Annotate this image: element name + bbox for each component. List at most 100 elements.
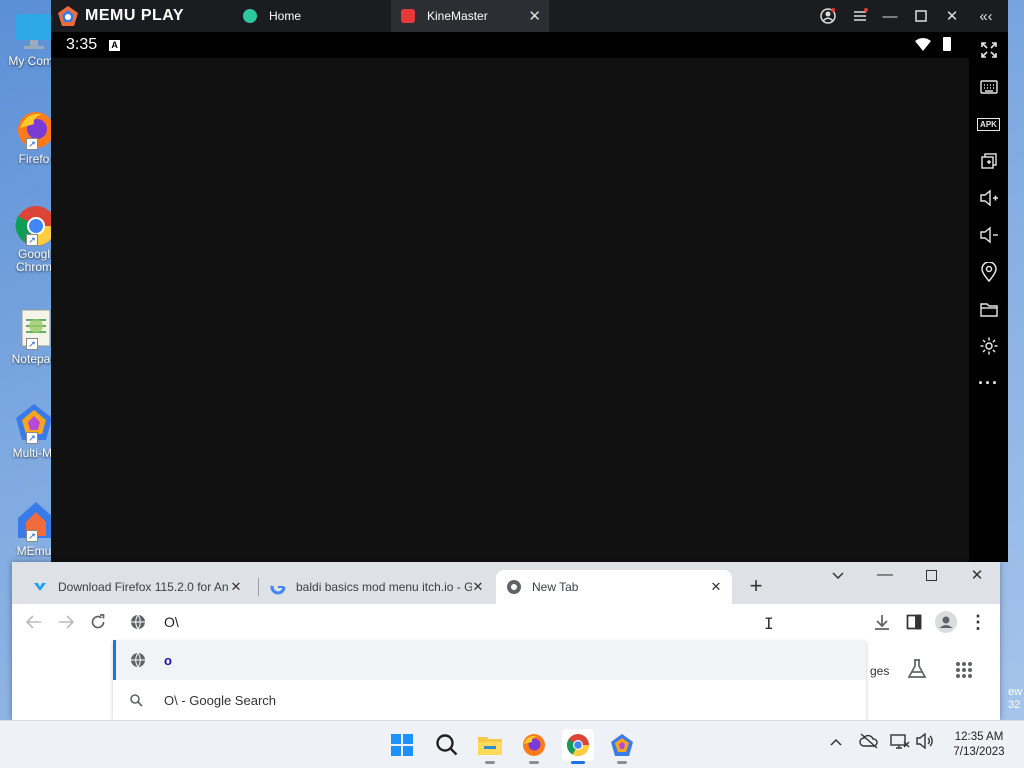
location-icon[interactable] xyxy=(969,259,1008,285)
maximize-icon[interactable] xyxy=(920,564,942,586)
minimize-icon[interactable]: — xyxy=(875,0,905,32)
account-icon[interactable] xyxy=(813,0,843,32)
close-tab-icon[interactable]: ✕ xyxy=(228,579,244,595)
memu-tab-home[interactable]: Home xyxy=(233,0,391,32)
multi-window-icon[interactable] xyxy=(969,148,1008,174)
windows-start-icon[interactable] xyxy=(386,729,418,761)
suggestion-text: O\ - Google Search xyxy=(164,692,276,708)
more-icon[interactable]: ··· xyxy=(969,370,1008,396)
memu-icon: ↗ xyxy=(12,498,56,542)
memu-tab-kinemaster[interactable]: KineMaster ✕ xyxy=(391,0,549,32)
desktop-icon-label: Firefo xyxy=(18,152,50,166)
desktop-icon-label: Googl Chrom xyxy=(15,247,52,274)
back-icon[interactable] xyxy=(22,610,46,634)
folder-icon[interactable] xyxy=(969,296,1008,322)
maximize-icon[interactable] xyxy=(906,0,936,32)
apk-icon[interactable]: APK xyxy=(969,111,1008,137)
globe-icon xyxy=(130,652,146,668)
shortcut-arrow-icon: ↗ xyxy=(26,234,38,246)
chrome-window: Download Firefox 115.2.0 for Android ✕ b… xyxy=(12,562,1000,720)
globe-icon xyxy=(130,614,146,630)
speaker-icon[interactable] xyxy=(916,732,934,752)
search-icon[interactable] xyxy=(431,729,463,761)
omnibox-input[interactable] xyxy=(164,614,724,630)
file-explorer-icon[interactable] xyxy=(474,729,506,764)
page-partial-link[interactable]: ges xyxy=(870,664,889,678)
a-notification-icon: A xyxy=(109,39,121,51)
memu-title-bar: MEMU PLAY Home KineMaster ✕ — ✕ «‹ xyxy=(51,0,1008,32)
memu-window: MEMU PLAY Home KineMaster ✕ — ✕ «‹ 3:35 … xyxy=(51,0,1008,562)
corner-text-line: ew xyxy=(1008,686,1023,698)
tab-title: New Tab xyxy=(532,580,579,594)
corner-text-line: 32 xyxy=(1008,699,1021,711)
memu-logo: MEMU PLAY xyxy=(57,5,233,27)
tab-search-chevron-icon[interactable] xyxy=(828,566,848,586)
android-screen[interactable]: 3:35 A xyxy=(51,32,969,562)
memu-logo-text: MEMU PLAY xyxy=(85,7,185,24)
windows-taskbar: 12:35 AM 7/13/2023 xyxy=(0,720,1024,768)
collapse-sidebar-icon[interactable]: «‹ xyxy=(971,0,1001,32)
kebab-menu-icon[interactable]: ⋮ xyxy=(966,610,990,634)
new-tab-plus-icon[interactable]: + xyxy=(744,573,768,598)
chrome-icon: ↗ xyxy=(12,202,56,246)
running-indicator xyxy=(617,761,627,764)
tab-new-tab[interactable]: New Tab ✕ xyxy=(496,570,732,604)
show-hidden-icons-chevron[interactable] xyxy=(830,734,842,749)
network-icon[interactable] xyxy=(890,733,910,752)
desktop-icon-label: MEmu xyxy=(16,544,52,558)
monitor-icon xyxy=(12,8,56,52)
chrome-icon[interactable] xyxy=(562,729,594,764)
suggestion-text: o xyxy=(164,652,172,668)
side-panel-icon[interactable] xyxy=(902,610,926,634)
fullscreen-icon[interactable] xyxy=(969,37,1008,63)
close-tab-icon[interactable]: ✕ xyxy=(470,579,486,595)
tab-title: Download Firefox 115.2.0 for Android xyxy=(58,580,228,594)
download-icon[interactable] xyxy=(870,610,894,634)
desktop-icon-label: Multi-MI xyxy=(12,446,56,460)
shortcut-arrow-icon: ↗ xyxy=(26,338,38,350)
shortcut-arrow-icon: ↗ xyxy=(26,138,38,150)
profile-avatar-icon[interactable] xyxy=(934,610,958,634)
close-tab-icon[interactable]: ✕ xyxy=(528,7,541,25)
chrome-icon xyxy=(506,579,522,595)
omnibox[interactable]: I xyxy=(113,604,866,640)
menu-icon[interactable] xyxy=(845,0,875,32)
close-window-icon[interactable]: ✕ xyxy=(966,564,988,586)
reload-icon[interactable] xyxy=(86,610,110,634)
close-window-icon[interactable]: ✕ xyxy=(937,0,967,32)
tab-divider xyxy=(258,578,259,596)
clock-time: 12:35 AM xyxy=(954,731,1004,743)
chrome-toolbar: I ⋮ xyxy=(12,604,1000,640)
tab-download-firefox[interactable]: Download Firefox 115.2.0 for Android ✕ xyxy=(22,570,252,604)
settings-icon[interactable] xyxy=(969,333,1008,359)
firefox-icon: ↗ xyxy=(12,106,56,150)
suggestion-row[interactable]: O\ - Google Search xyxy=(113,680,866,720)
running-indicator xyxy=(529,761,539,764)
volume-down-icon[interactable] xyxy=(969,222,1008,248)
keyboard-icon[interactable] xyxy=(969,74,1008,100)
shortcut-arrow-icon: ↗ xyxy=(26,432,38,444)
multi-memu-icon: ↗ xyxy=(12,400,56,444)
apk-label: APK xyxy=(977,117,1000,131)
forward-icon[interactable] xyxy=(54,610,78,634)
suggestion-row[interactable]: o xyxy=(113,640,866,680)
notepad-icon: ↗ xyxy=(12,306,56,350)
home-app-icon xyxy=(243,9,257,23)
kinemaster-icon xyxy=(401,9,415,23)
onedrive-offline-icon[interactable] xyxy=(859,733,879,752)
clock[interactable]: 12:35 AM 7/13/2023 xyxy=(944,730,1014,760)
minimize-icon[interactable]: — xyxy=(874,564,896,586)
tab-title: baldi basics mod menu itch.io - Google S… xyxy=(296,580,472,594)
memu-icon[interactable] xyxy=(606,729,638,764)
close-tab-icon[interactable]: ✕ xyxy=(708,579,724,595)
chrome-tab-strip: Download Firefox 115.2.0 for Android ✕ b… xyxy=(12,562,1000,604)
search-icon xyxy=(130,692,146,708)
android-status-bar: 3:35 A xyxy=(51,32,969,58)
firefox-icon[interactable] xyxy=(518,729,550,764)
volume-up-icon[interactable] xyxy=(969,185,1008,211)
omnibox-suggestions: o O\ - Google Search xyxy=(113,640,866,720)
tab-google-search[interactable]: baldi basics mod menu itch.io - Google S… xyxy=(260,570,494,604)
download-arrow-icon xyxy=(32,579,48,595)
apps-grid-icon[interactable] xyxy=(955,661,973,684)
labs-flask-icon[interactable] xyxy=(906,658,928,685)
